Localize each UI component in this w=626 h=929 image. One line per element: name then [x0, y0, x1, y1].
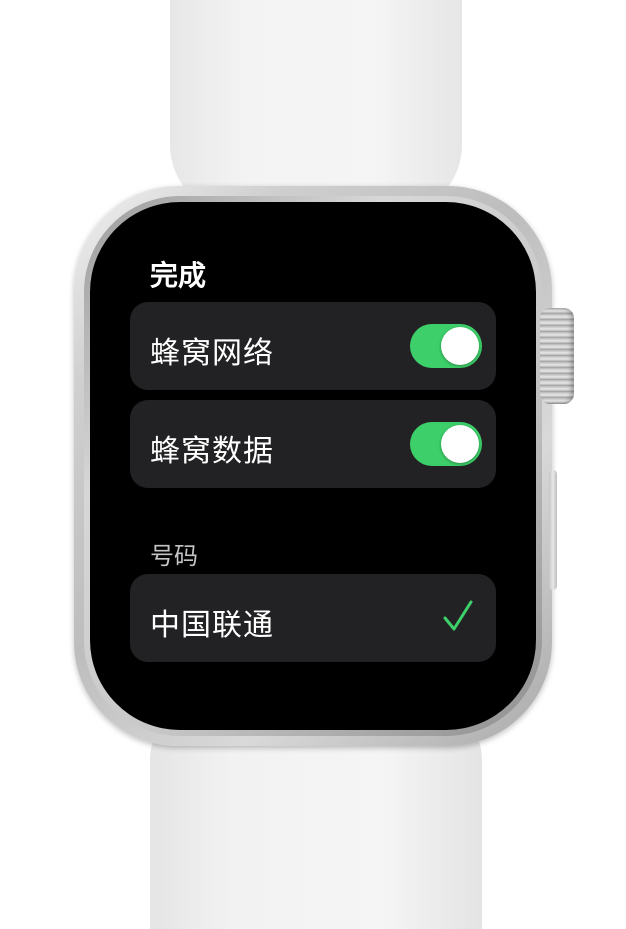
cellular-toggle-knob [441, 327, 479, 365]
cellular-data-toggle-knob [441, 425, 479, 463]
watch-screen: 完成 蜂窝网络 蜂窝数据 号码 中国联通 [90, 202, 536, 730]
number-section-title: 号码 [150, 542, 198, 570]
cellular-data-label: 蜂窝数据 [150, 434, 274, 469]
checkmark-icon [443, 600, 473, 631]
cellular-label: 蜂窝网络 [150, 336, 274, 371]
done-button[interactable]: 完成 [150, 254, 206, 294]
side-button[interactable] [549, 470, 557, 590]
cellular-data-row: 蜂窝数据 [130, 400, 496, 488]
cellular-toggle[interactable] [410, 324, 482, 368]
carrier-row[interactable]: 中国联通 [130, 574, 496, 662]
apple-watch-mockup: 完成 蜂窝网络 蜂窝数据 号码 中国联通 [0, 0, 626, 929]
cellular-data-toggle[interactable] [410, 422, 482, 466]
digital-crown[interactable] [540, 308, 574, 404]
carrier-label: 中国联通 [150, 608, 274, 643]
cellular-row: 蜂窝网络 [130, 302, 496, 390]
watch-band-top [170, 0, 462, 215]
